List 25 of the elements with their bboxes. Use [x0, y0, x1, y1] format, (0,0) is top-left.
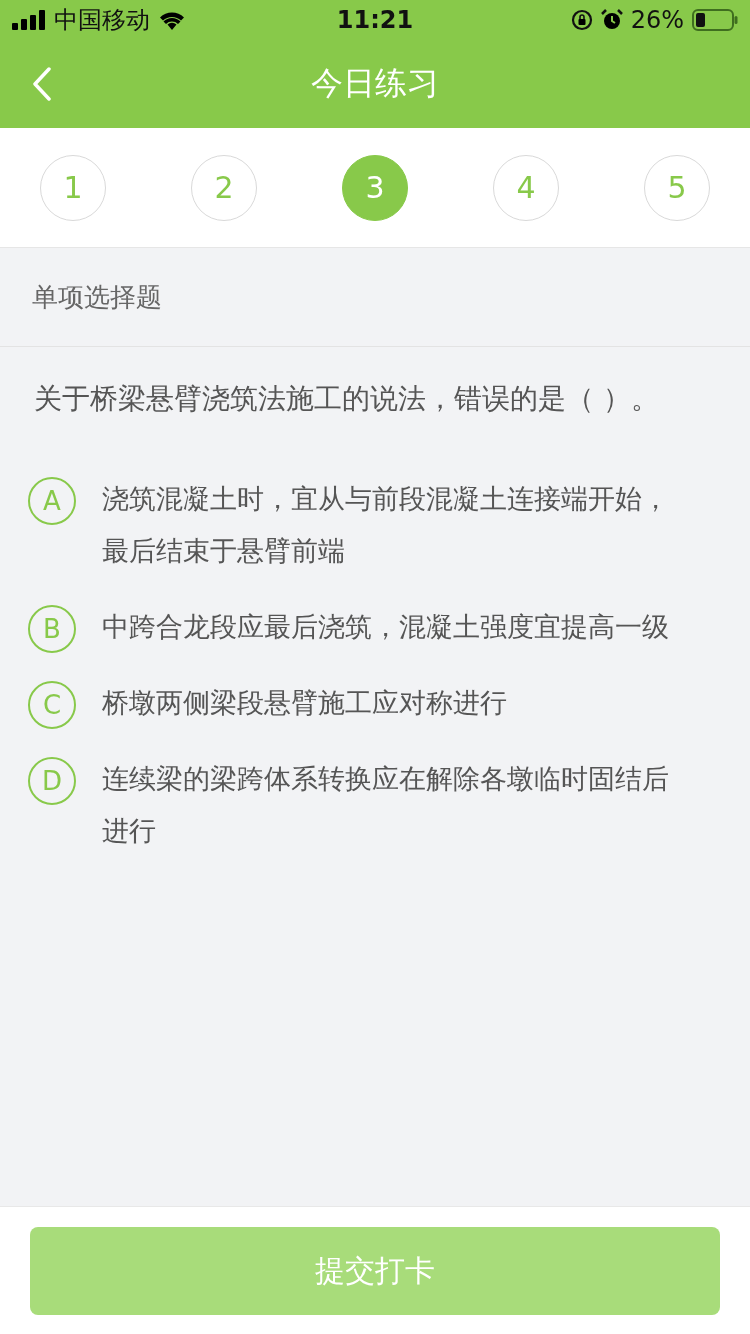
option-text[interactable]: 桥墩两侧梁段悬臂施工应对称进行 [102, 677, 692, 729]
rotation-lock-icon [570, 9, 593, 31]
battery-percent: 26% [630, 6, 684, 34]
signal-icon [12, 10, 46, 30]
chevron-left-icon [32, 67, 52, 101]
question-number-tab[interactable]: 1 [40, 154, 106, 221]
question-number-tab[interactable]: 2 [191, 154, 257, 221]
battery-icon [692, 9, 738, 31]
option-letter[interactable]: A [28, 477, 76, 525]
option-text[interactable]: 中跨合龙段应最后浇筑，混凝土强度宜提高一级 [102, 601, 692, 653]
question-number-tab[interactable]: 5 [644, 154, 710, 221]
wifi-icon [158, 10, 186, 30]
alarm-icon [600, 9, 623, 31]
option-letter[interactable]: B [28, 605, 76, 653]
option-text[interactable]: 浇筑混凝土时，宜从与前段混凝土连接端开始，最后结束于悬臂前端 [102, 473, 692, 577]
question-number-tab[interactable]: 3 [342, 154, 408, 221]
question-number-tab[interactable]: 4 [493, 154, 559, 221]
page-title: 今日练习 [311, 63, 439, 104]
option-letter[interactable]: D [28, 757, 76, 805]
status-time: 11:21 [336, 6, 414, 34]
option-text[interactable]: 连续梁的梁跨体系转换应在解除各墩临时固结后进行 [102, 753, 692, 857]
option-letter[interactable]: C [28, 681, 76, 729]
question-text: 关于桥梁悬臂浇筑法施工的说法，错误的是（ ）。 [34, 381, 660, 417]
carrier-name: 中国移动 [54, 5, 150, 36]
question-type-label: 单项选择题 [0, 248, 750, 347]
